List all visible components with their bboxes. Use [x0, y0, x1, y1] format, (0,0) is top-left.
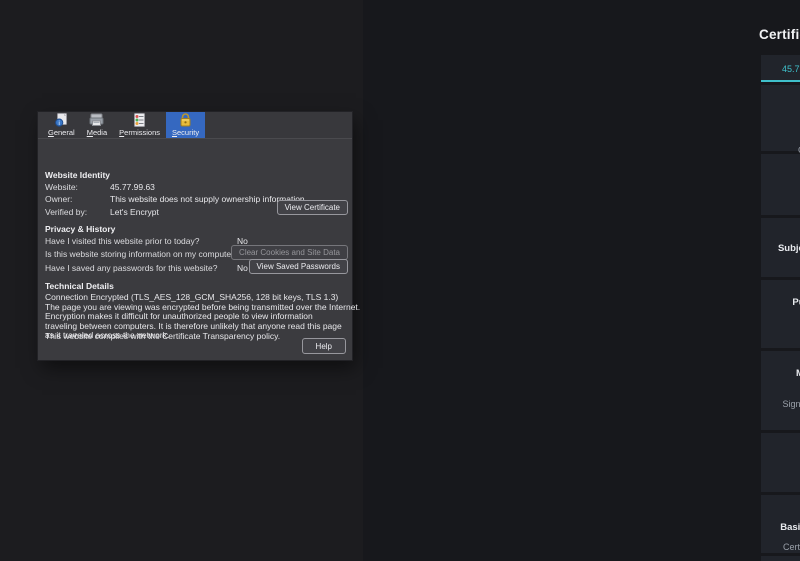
cert-tab-leaf[interactable]: 45.77.99.63	[761, 55, 800, 82]
clear-cookies-button[interactable]: Clear Cookies and Site Data	[231, 245, 348, 260]
section-subject-alt-names: i Subject Alt Names IP Address45.77.99.6…	[761, 218, 800, 277]
tls-summary-line: Connection Encrypted (TLS_AES_128_GCM_SH…	[45, 292, 339, 302]
cert-row: Key Size256	[761, 328, 800, 339]
row-label: Not After	[761, 202, 800, 213]
section-title: Subject Alt Names	[777, 243, 800, 254]
security-lock-icon	[180, 113, 191, 127]
verified-by-value: Let's Encrypt	[110, 207, 159, 217]
certificate-tab-strip: 45.77.99.63 YE2 Root YE ISRG Root X2	[761, 55, 800, 82]
cert-row: AlgorithmElliptic Curve	[761, 317, 800, 328]
row-label: Algorithm	[761, 317, 800, 328]
cert-row: SHA-256F2:A7:56:3F:B5:50:B0:35:E5:50:33:…	[761, 470, 800, 481]
tab-media[interactable]: Media	[81, 112, 113, 138]
certificate-viewer-viewport: Certificate 45.77.99.63 YE2 Root YE ISRG…	[363, 0, 800, 561]
cert-row: Serial Number05:4E:7D:F4:FD:9A:69:53:79:…	[761, 388, 800, 399]
row-label: Download	[761, 422, 800, 433]
page-info-dialog: i General Media Permissions Security Web…	[38, 112, 360, 360]
website-label: Website:	[45, 182, 78, 192]
cert-row: Certificate AuthorityNo	[761, 542, 800, 553]
privacy-history-heading: Privacy & History	[45, 224, 116, 234]
section-public-key-info: Public Key Info AlgorithmElliptic Curve …	[761, 280, 800, 348]
permissions-icon	[134, 113, 146, 127]
row-label: Version	[761, 411, 800, 422]
tab-permissions[interactable]: Permissions	[113, 112, 166, 138]
row-label: SHA-1	[761, 481, 800, 492]
cert-row: CountryUS	[761, 122, 800, 133]
passwords-question: Have I saved any passwords for this webs…	[45, 263, 218, 273]
tab-label: Permissions	[119, 128, 160, 137]
section-title: Public Key Info	[792, 297, 800, 308]
row-label: Key Size	[761, 328, 800, 339]
visited-question: Have I visited this website prior to tod…	[45, 236, 200, 246]
section-fingerprints: Fingerprints SHA-256F2:A7:56:3F:B5:50:B0…	[761, 433, 800, 492]
website-identity-heading: Website Identity	[45, 170, 111, 180]
media-icon	[89, 113, 104, 126]
section-validity: Validity Not BeforeThu, 15 Jan 2026 05:2…	[761, 154, 800, 215]
cert-row: SHA-1F5:9F:6E:68:15:DE:31:53:B2:4C:71:80…	[761, 481, 800, 492]
tab-general[interactable]: i General	[42, 112, 81, 138]
passwords-answer: No	[237, 263, 248, 273]
section-basic-constraints: i Basic Constraints Certificate Authorit…	[761, 495, 800, 553]
tab-label: Media	[86, 128, 108, 137]
website-value: 45.77.99.63	[110, 182, 155, 192]
technical-details-heading: Technical Details	[45, 281, 114, 291]
row-label: Not Before	[761, 191, 800, 202]
tab-security[interactable]: Security	[166, 112, 206, 138]
row-label: Certificate Authority	[782, 542, 800, 552]
general-page-icon: i	[54, 113, 67, 127]
row-label: Signature Algorithm	[782, 399, 800, 410]
storing-question: Is this website storing information on m…	[45, 249, 239, 259]
certificate-page-title: Certificate	[759, 27, 800, 42]
cert-row: Version3	[761, 411, 800, 422]
cert-row: Not AfterWed, 21 Jan 2026 21:23:39 GMT	[761, 202, 800, 213]
row-label: Public Value	[761, 340, 800, 351]
verified-by-label: Verified by:	[45, 207, 88, 217]
ct-policy-line: This website complies with the Certifica…	[45, 331, 281, 341]
cert-row: Not BeforeThu, 15 Jan 2026 05:23:40 GMT	[761, 191, 800, 202]
cert-row: Signature AlgorithmECDSA with SHA-384	[761, 399, 800, 410]
owner-label: Owner:	[45, 194, 73, 204]
svg-text:i: i	[58, 121, 59, 127]
tab-label: General	[48, 128, 75, 137]
section-title: Miscellaneous	[796, 368, 800, 379]
page-info-tab-bar: i General Media Permissions Security	[38, 112, 352, 139]
row-label: SHA-256	[761, 470, 800, 481]
section-title: Basic Constraints	[780, 522, 800, 533]
row-label: IP Address	[761, 263, 800, 274]
row-label: Organization	[761, 133, 800, 144]
cert-row: DownloadPEM (cert)PEM (chain)	[761, 422, 800, 433]
tab-label: Security	[172, 128, 200, 137]
cert-row: IP Address45.77.99.63	[761, 263, 800, 274]
view-saved-passwords-button[interactable]: View Saved Passwords	[248, 259, 348, 274]
section-issuer-name: Issuer Name CountryUS OrganizationLet's …	[761, 85, 800, 155]
help-button[interactable]: Help	[301, 338, 346, 354]
security-tab-panel: Website Identity Website: 45.77.99.63 Ow…	[38, 140, 360, 360]
next-section-peek	[761, 556, 800, 561]
cert-row: Public Value04:12:51:39:AD:7E:F9:71:9B:9…	[761, 340, 800, 351]
cert-row: OrganizationLet's Encrypt	[761, 133, 800, 144]
section-miscellaneous: Miscellaneous Serial Number05:4E:7D:F4:F…	[761, 351, 800, 430]
row-label: Serial Number	[761, 388, 800, 399]
row-label: Country	[761, 122, 800, 133]
view-certificate-button[interactable]: View Certificate	[276, 200, 348, 215]
